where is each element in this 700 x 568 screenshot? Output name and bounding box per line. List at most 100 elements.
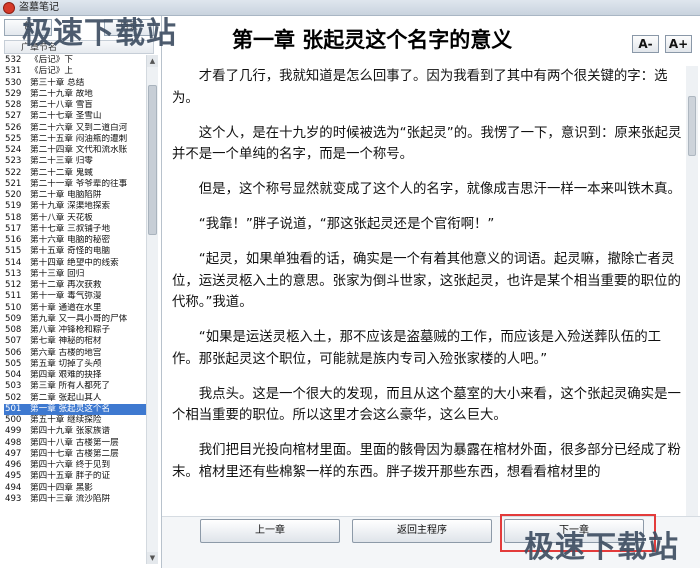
chapter-name: 第十七章 三叔铺子地 (30, 223, 111, 234)
chapter-name: 第四章 艰难的抉择 (30, 370, 102, 380)
chapter-number: 520 (5, 190, 22, 200)
chapter-name: 第二十八章 雪盲 (30, 100, 93, 110)
chapter-number: 516 (5, 235, 22, 245)
scroll-thumb[interactable] (148, 85, 157, 235)
chapter-list-item[interactable]: 497 第四十七章 古楼第二层 (4, 449, 146, 460)
chapter-name: 第四十四章 黑影 (30, 482, 93, 493)
chapter-name: 第四十五章 胖子的证 (30, 471, 111, 482)
home-button[interactable]: 返回主程序 (352, 519, 492, 543)
chapter-list-item[interactable]: 501 第一章 张起灵这个名 (4, 403, 146, 415)
reader-scroll-thumb[interactable] (688, 96, 696, 156)
chapter-number: 505 (5, 358, 22, 369)
chapter-list-item[interactable]: 519 第十九章 深渠地探索 (4, 201, 146, 212)
chapter-number: 494 (5, 482, 22, 493)
chapter-list-item[interactable]: 531 《后记》上 (4, 66, 146, 77)
font-decrease-button[interactable]: A- (632, 35, 659, 53)
font-increase-button[interactable]: A+ (665, 35, 692, 53)
chapter-list-item[interactable]: 523 第二十三章 归零 (4, 156, 146, 167)
chapter-name: 第二十章 电脑陷阱 (30, 190, 102, 200)
watermark-bottom: 极速下载站 (524, 530, 679, 565)
chapter-list-item[interactable]: 525 第二十五章 闷油瓶的遭刺 (4, 134, 146, 145)
paragraph: “如果是运送灵柩入土，那不应该是盗墓贼的工作，而应该是入殓送葬队伍的工作。那张起… (172, 330, 662, 367)
chapter-name: 第三十章 总结 (30, 77, 85, 88)
chapter-list-item[interactable]: 520 第二十章 电脑陷阱 (4, 190, 146, 201)
chapter-number: 497 (5, 448, 22, 459)
chapter-list-item[interactable]: 512 第十二章 再次获救 (4, 280, 146, 291)
chapter-list-item[interactable]: 513 第十三章 回归 (4, 269, 146, 280)
chapter-number: 529 (5, 88, 22, 99)
chapter-list-item[interactable]: 502 第二章 张起山其人 (4, 393, 146, 404)
chapter-list-item[interactable]: 493 第四十三章 流沙陷阱 (4, 494, 146, 505)
chapter-list-item[interactable]: 500 第五十章 继续探险 (4, 415, 146, 426)
chapter-name: 第二十六章 又到二道白河 (30, 122, 128, 133)
chapter-list-item[interactable]: 499 第四十九章 张家族谱 (4, 426, 146, 437)
chapter-number: 512 (5, 280, 22, 290)
chapter-name: 第十三章 回归 (30, 268, 85, 279)
chapter-name: 第四十七章 古楼第二层 (30, 448, 119, 459)
chapter-name: 第十六章 电脑的秘密 (30, 235, 111, 245)
chapter-list-item[interactable]: 526 第二十六章 又到二道白河 (4, 123, 146, 134)
chapter-list-item[interactable]: 528 第二十八章 雪盲 (4, 100, 146, 111)
reader-area: 第一章 张起灵这个名字的意义 A- A+ 才看了几行，我就知道是怎么回事了。因为… (162, 16, 700, 568)
chapter-list-item[interactable]: 530 第三十章 总结 (4, 78, 146, 89)
chapter-number: 523 (5, 156, 22, 167)
chapter-number: 527 (5, 111, 22, 122)
chapter-name: 第九章 又一具小哥的尸体 (30, 313, 128, 324)
chapter-list-scrollbar[interactable]: ▲ ▼ (146, 55, 158, 564)
chapter-list-item[interactable]: 521 第二十一章 爷爷辈的往事 (4, 179, 146, 190)
paragraph: 但是，这个称号显然就变成了这个人的名字，就像成吉思汗一样一本来叫铁木真。 (198, 182, 681, 197)
chapter-name: 第十二章 再次获救 (30, 280, 102, 290)
chapter-number: 493 (5, 493, 22, 504)
chapter-number: 518 (5, 212, 22, 223)
chapter-list-item[interactable]: 510 第十章 通道在水里 (4, 303, 146, 314)
chapter-name: 第十五章 奇怪的电脑 (30, 246, 111, 257)
chapter-list-item[interactable]: 532 《后记》下 (4, 55, 146, 66)
chapter-number: 517 (5, 223, 22, 234)
chapter-name: 第五十章 继续探险 (30, 415, 102, 425)
chapter-name: 第二十五章 闷油瓶的遭刺 (30, 133, 128, 144)
chapter-list-item[interactable]: 498 第四十八章 古楼第一层 (4, 438, 146, 449)
chapter-name: 第二十二章 鬼蜮 (30, 167, 93, 178)
chapter-name: 第一章 张起灵这个名 (30, 403, 111, 414)
chapter-list-item[interactable]: 511 第十一章 毒气弥漫 (4, 291, 146, 302)
paragraph: 我点头。这是一个很大的发现，而且从这个墓室的大小来看，这个张起灵确实是一个相当重… (172, 386, 681, 424)
chapter-name: 第二十一章 爷爷辈的往事 (30, 178, 128, 189)
chapter-list-item[interactable]: 503 第三章 所有人都死了 (4, 381, 146, 392)
chapter-list-item[interactable]: 509 第九章 又一具小哥的尸体 (4, 314, 146, 325)
reader-scrollbar[interactable] (686, 66, 698, 516)
chapter-list-item[interactable]: 527 第二十七章 圣雪山 (4, 111, 146, 122)
chapter-number: 526 (5, 122, 22, 133)
watermark-top: 极速下载站 (22, 16, 177, 51)
chapter-list-item[interactable]: 494 第四十四章 黑影 (4, 483, 146, 494)
scroll-up-icon[interactable]: ▲ (147, 55, 158, 67)
chapter-number: 500 (5, 415, 22, 425)
chapter-list-item[interactable]: 529 第二十九章 故地 (4, 89, 146, 100)
chapter-list-item[interactable]: 506 第六章 古楼的地宫 (4, 348, 146, 359)
chapter-list-item[interactable]: 504 第四章 艰难的抉择 (4, 370, 146, 381)
chapter-list[interactable]: 532 《后记》下 531 《后记》上 530 第三十章 总结 529 第二十九章 故地 528… (4, 55, 146, 564)
chapter-list-item[interactable]: 496 第四十六章 终于见到 (4, 460, 146, 471)
chapter-list-item[interactable]: 507 第七章 神秘的棺材 (4, 336, 146, 347)
chapter-list-item[interactable]: 518 第十八章 天花板 (4, 213, 146, 224)
chapter-list-item[interactable]: 514 第十四章 绝望中的线索 (4, 258, 146, 269)
chapter-name: 第四十八章 古楼第一层 (30, 437, 119, 448)
chapter-name: 《后记》下 (30, 55, 73, 65)
chapter-name: 第五章 切掉了头颅 (30, 358, 102, 369)
prev-chapter-button[interactable]: 上一章 (200, 519, 340, 543)
chapter-list-item[interactable]: 516 第十六章 电脑的秘密 (4, 235, 146, 246)
chapter-list-item[interactable]: 505 第五章 切掉了头颅 (4, 359, 146, 370)
scroll-down-icon[interactable]: ▼ (147, 552, 158, 564)
paragraph: 这个人，是在十九岁的时候被选为“张起灵”的。我愣了一下，意识到：原来张起灵并不是… (172, 125, 682, 163)
chapter-number: 513 (5, 268, 22, 279)
chapter-name: 第二十七章 圣雪山 (30, 111, 102, 122)
chapter-list-item[interactable]: 517 第十七章 三叔铺子地 (4, 224, 146, 235)
chapter-list-item[interactable]: 508 第八章 冲锋枪和粽子 (4, 325, 146, 336)
chapter-list-item[interactable]: 495 第四十五章 胖子的证 (4, 471, 146, 482)
chapter-number: 532 (5, 55, 22, 65)
chapter-list-item[interactable]: 524 第二十四章 文代和流水账 (4, 145, 146, 156)
chapter-list-item[interactable]: 522 第二十二章 鬼蜮 (4, 168, 146, 179)
chapter-number: 498 (5, 437, 22, 448)
chapter-number: 502 (5, 392, 22, 403)
chapter-number: 506 (5, 347, 22, 358)
chapter-list-item[interactable]: 515 第十五章 奇怪的电脑 (4, 246, 146, 257)
